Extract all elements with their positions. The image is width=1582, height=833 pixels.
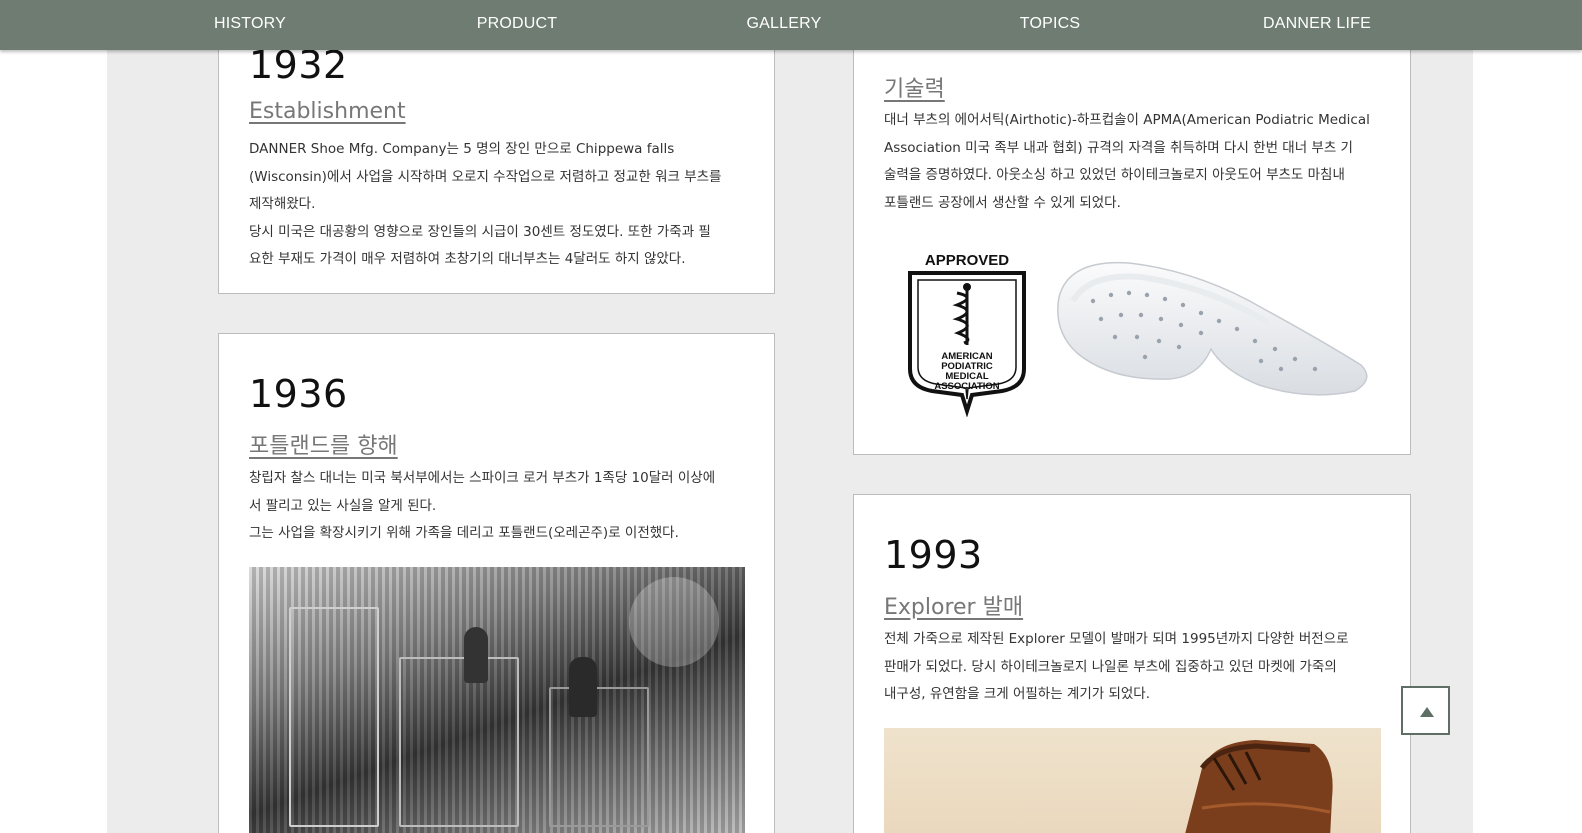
description-line: DANNER Shoe Mfg. Company는 5 명의 장인 만으로 Ch… — [249, 141, 675, 157]
description-line: 내구성, 유연함을 크게 어필하는 계기가 되었다. — [884, 686, 1151, 702]
history-card-1993: 1993 Explorer 발매 전체 가죽으로 제작된 Explorer 모델… — [853, 494, 1411, 833]
description-line: 그는 사업을 확장시키기 위해 가족을 데리고 포틀랜드(오레곤주)로 이전했다… — [249, 525, 679, 541]
description-line: 창립자 찰스 대너는 미국 북서부에서는 스파이크 로거 부츠가 1족당 10달… — [249, 470, 716, 486]
card-title[interactable]: Establishment — [249, 99, 406, 124]
description-line: 포틀랜드 공장에서 생산할 수 있게 되었다. — [884, 194, 1121, 211]
nav-item-gallery[interactable]: GALLERY — [747, 0, 822, 48]
nav-item-danner-life[interactable]: DANNER LIFE — [1263, 0, 1371, 48]
description-line: 제작해왔다. — [249, 196, 316, 212]
description-line: (Wisconsin)에서 사업을 시작하며 오로지 수작업으로 저렴하고 정교… — [249, 168, 722, 185]
scroll-to-top-button[interactable] — [1401, 686, 1450, 735]
badge-top-text: APPROVED — [925, 252, 1009, 269]
description-line: 판매가 되었다. 당시 하이테크놀로지 나일론 부츠에 집중하고 있던 마켓에 … — [884, 658, 1337, 675]
nav-item-history[interactable]: HISTORY — [214, 0, 286, 48]
history-card-1932: 1932 Establishment DANNER Shoe Mfg. Comp… — [218, 20, 775, 294]
nav-item-topics[interactable]: TOPICS — [1020, 0, 1080, 48]
description-line: Association 미국 족부 내과 협회) 규격의 자격을 취득하며 다시… — [884, 139, 1353, 156]
top-nav: HISTORY PRODUCT GALLERY TOPICS DANNER LI… — [0, 0, 1582, 50]
card-title[interactable]: 기술력 — [884, 71, 945, 103]
insole-image — [1057, 261, 1368, 396]
description-line: 당시 미국은 대공황의 영향으로 장인들의 시급이 30센트 정도였다. 또한 … — [249, 223, 711, 240]
card-title[interactable]: Explorer 발매 — [884, 589, 1023, 621]
card-year: 1993 — [884, 533, 983, 577]
history-card-1936: 1936 포틀랜드를 향해 창립자 찰스 대너는 미국 북서부에서는 스파이크 … — [218, 333, 775, 833]
description-line: 서 팔리고 있는 사실을 알게 된다. — [249, 497, 437, 514]
explorer-boot-photo — [884, 728, 1381, 833]
triangle-up-icon — [1420, 707, 1434, 717]
description-line: 대너 부츠의 에어서틱(Airthotic)-하프컵솔이 APMA(Americ… — [884, 112, 1370, 128]
nav-item-product[interactable]: PRODUCT — [477, 0, 558, 48]
description-line: 전체 가죽으로 제작된 Explorer 모델이 발매가 되며 1995년까지 … — [884, 631, 1349, 647]
card-title[interactable]: 포틀랜드를 향해 — [249, 428, 398, 460]
card-description: 전체 가죽으로 제작된 Explorer 모델이 발매가 되며 1995년까지 … — [884, 626, 1399, 709]
description-line: 요한 부재도 가격이 매우 저렴하여 초창기의 대너부츠는 4달러도 하지 않았… — [249, 251, 686, 267]
factory-photo — [249, 567, 745, 833]
card-description: 대너 부츠의 에어서틱(Airthotic)-하프컵솔이 APMA(Americ… — [884, 107, 1399, 217]
card-description: 창립자 찰스 대너는 미국 북서부에서는 스파이크 로거 부츠가 1족당 10달… — [249, 465, 759, 548]
description-line: 술력을 증명하였다. 아웃소싱 하고 있었던 하이테크놀로지 아웃도어 부츠도 … — [884, 167, 1345, 183]
card-description: DANNER Shoe Mfg. Company는 5 명의 장인 만으로 Ch… — [249, 136, 759, 274]
history-card-technology: 기술력 대너 부츠의 에어서틱(Airthotic)-하프컵솔이 APMA(Am… — [853, 20, 1411, 455]
card-year: 1936 — [249, 372, 348, 416]
apma-approved-badge: APPROVED AMERICAN PODIATRIC MEDICAL ASSO… — [908, 252, 1026, 417]
badge-line: ASSOCIATION — [934, 381, 999, 392]
